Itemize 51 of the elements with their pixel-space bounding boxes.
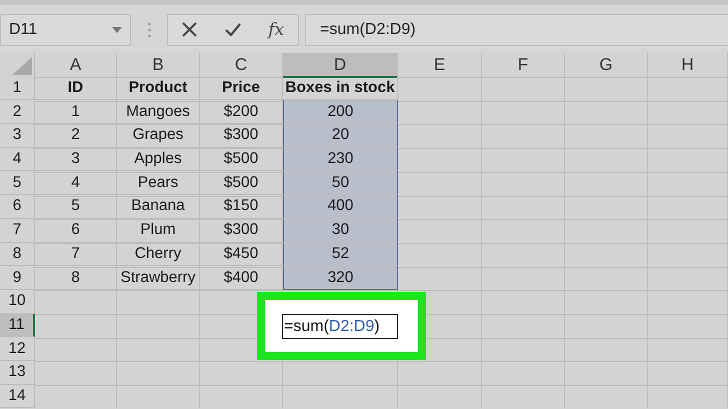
row-header[interactable]: 8 [0, 242, 35, 266]
row-header[interactable]: 13 [0, 360, 35, 385]
table-cell: Price [200, 76, 283, 100]
check-icon[interactable] [224, 23, 241, 36]
table-cell: 8 [35, 266, 117, 290]
table-cell: Plum [117, 218, 200, 242]
table-cell: Pears [117, 171, 200, 196]
name-box[interactable]: D11 [0, 14, 131, 46]
table-cell: Banana [117, 195, 200, 219]
row-header[interactable]: 9 [0, 266, 35, 290]
table-cell: 4 [35, 171, 117, 196]
cell-reference: D11 [9, 20, 38, 38]
table-cell: 5 [35, 195, 117, 219]
table-cell: 20 [283, 124, 398, 148]
caret-icon[interactable] [112, 26, 122, 32]
table-cell: 400 [283, 195, 398, 219]
formula-field[interactable]: =sum(D2:D9) [305, 14, 728, 46]
table-cell: 200 [283, 100, 398, 124]
grip-icon [148, 22, 150, 38]
row-header[interactable]: 11 [0, 314, 35, 338]
row-header[interactable]: 1 [0, 76, 35, 100]
table-cell: 320 [283, 266, 398, 290]
row-header[interactable]: 7 [0, 218, 35, 242]
table-cell: Grapes [117, 124, 200, 148]
table-cell: 230 [283, 148, 398, 172]
table-cell: 6 [35, 218, 117, 242]
table-cell: 3 [35, 148, 117, 172]
row-header[interactable]: 2 [0, 100, 35, 124]
row-header[interactable]: 3 [0, 124, 35, 148]
table-cell: 50 [283, 171, 398, 196]
insert-function-button[interactable]: fx [268, 20, 284, 40]
row-header[interactable]: 5 [0, 171, 35, 196]
table-cell: Apples [117, 148, 200, 172]
row-header[interactable]: 6 [0, 195, 35, 219]
table-cell: ID [35, 76, 117, 100]
table-cell: 52 [283, 242, 398, 266]
table-cell: Strawberry [117, 266, 200, 290]
table-cell: Cherry [117, 242, 200, 266]
table-cell: 7 [35, 242, 117, 266]
table-cell: Mangoes [117, 100, 200, 124]
column-header[interactable]: D [283, 53, 398, 78]
table-cell: 1 [35, 100, 117, 124]
row-header[interactable]: 14 [0, 384, 35, 408]
row-header[interactable]: 4 [0, 148, 35, 172]
table-cell: Product [117, 76, 200, 100]
table-cell: 30 [283, 218, 398, 242]
table-cell: 2 [35, 124, 117, 148]
cancel-icon[interactable] [182, 22, 197, 37]
row-header[interactable]: 12 [0, 337, 35, 361]
row-header[interactable]: 10 [0, 290, 35, 314]
cell-editor[interactable]: =sum(D2:D9) [282, 314, 398, 339]
